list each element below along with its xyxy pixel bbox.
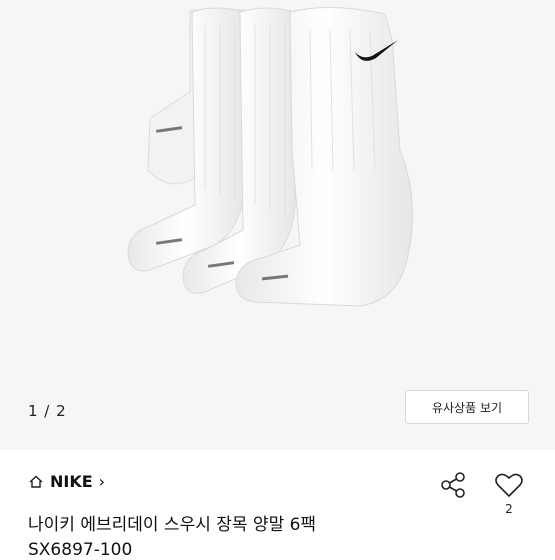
similar-products-button[interactable]: 유사상품 보기	[405, 390, 529, 424]
product-sku: SX6897-100	[28, 540, 133, 560]
product-image[interactable]	[0, 0, 555, 372]
brand-link[interactable]: NIKE ›	[28, 472, 105, 491]
share-button[interactable]	[436, 468, 470, 502]
page-indicator: 1 / 2	[28, 402, 67, 420]
chevron-right-icon: ›	[98, 472, 106, 491]
like-button[interactable]	[492, 468, 526, 502]
socks-illustration	[127, 7, 413, 307]
brand-name: NIKE	[50, 472, 93, 491]
share-icon	[441, 472, 465, 498]
product-title: 나이키 에브리데이 스우시 장목 양말 6팩	[28, 515, 317, 535]
heart-icon	[495, 473, 523, 497]
image-pager-bar: 1 / 2 유사상품 보기	[0, 372, 555, 450]
home-icon	[28, 474, 44, 490]
product-info: NIKE › 나이키 에브리데이 스우시 장목 양말 6팩 SX6897-100…	[0, 450, 555, 560]
like-count: 2	[505, 502, 513, 516]
